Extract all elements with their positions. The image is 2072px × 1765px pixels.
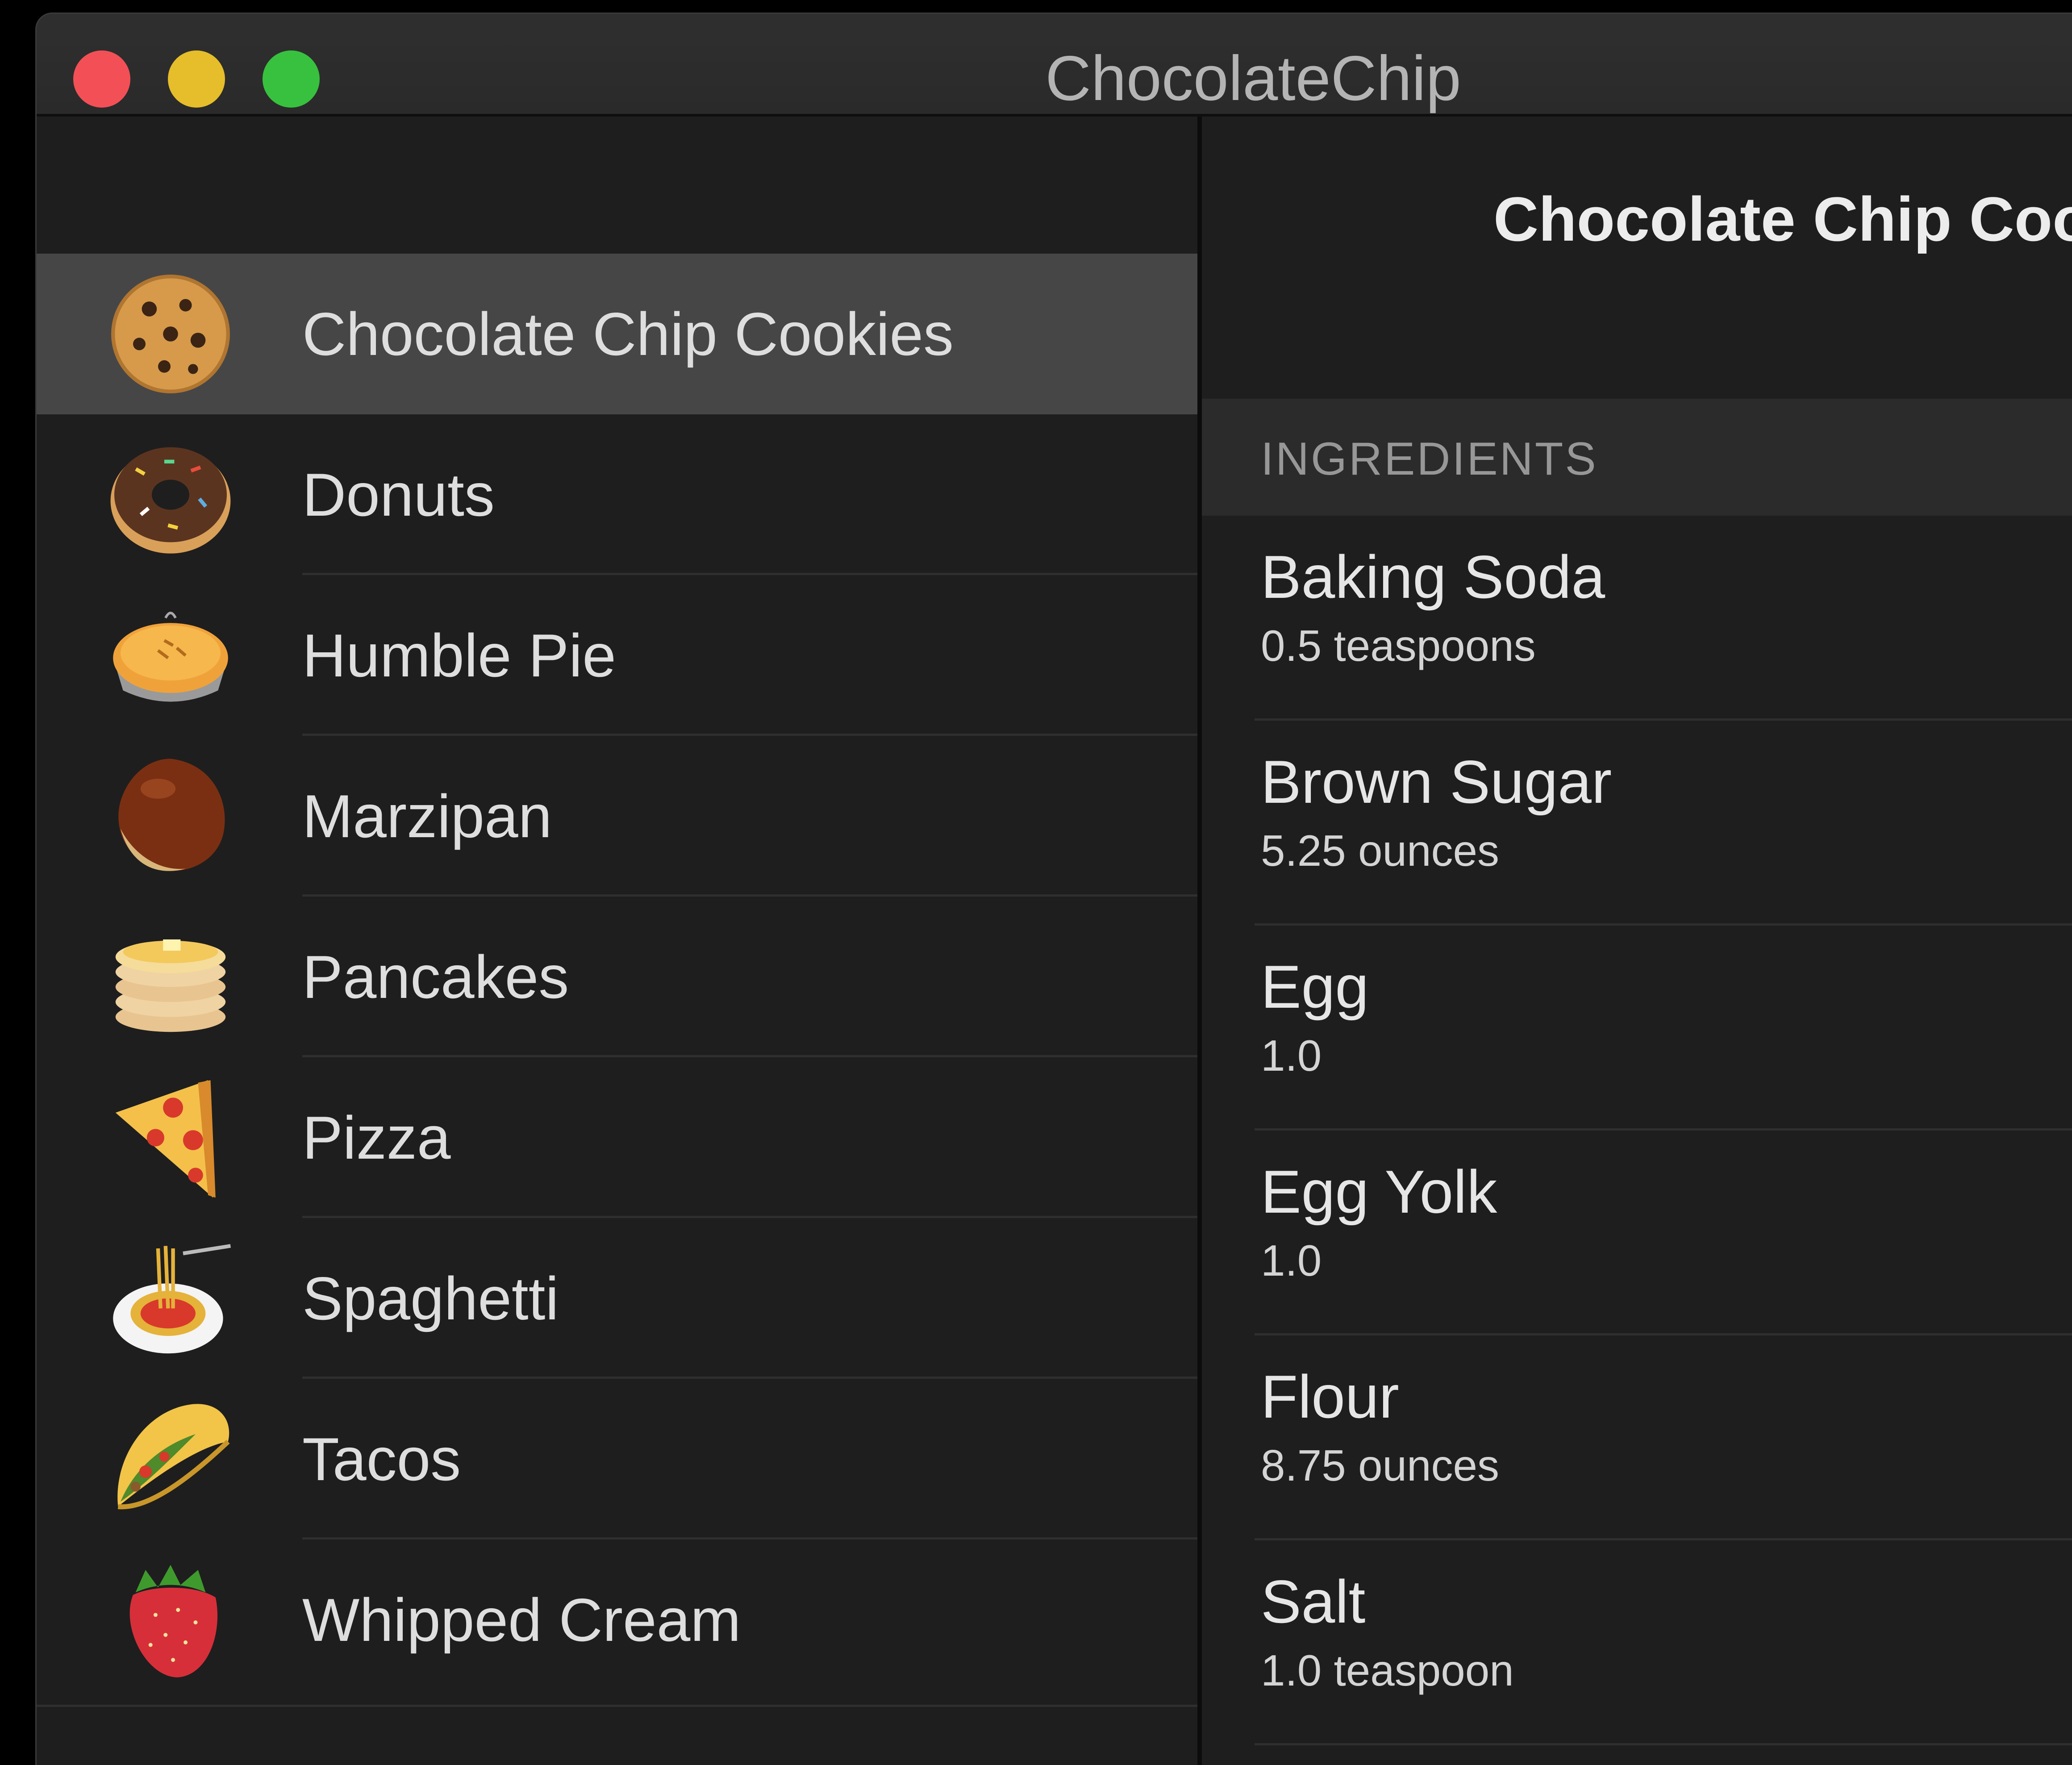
ingredient-name: Salt <box>1261 1568 1366 1636</box>
ingredient-row[interactable]: Salt 1.0 teaspoon <box>1202 1540 2072 1745</box>
sidebar-item-label: Whipped Cream <box>302 1586 741 1654</box>
ingredient-name: Flour <box>1261 1363 1399 1431</box>
ingredients-section-header: INGREDIENTS <box>1202 399 2072 516</box>
sidebar-bottom-divider <box>37 1705 1197 1707</box>
ingredient-amount: 0.5 teaspoons <box>1261 621 1536 670</box>
sidebar-item-label: Marzipan <box>302 782 552 850</box>
ingredient-name: Egg <box>1261 953 1369 1021</box>
split-view-divider[interactable] <box>1197 117 1202 1765</box>
ingredient-row[interactable]: Egg Yolk 1.0 <box>1202 1131 2072 1335</box>
ingredient-row[interactable]: Egg 1.0 <box>1202 926 2072 1131</box>
row-separator <box>1255 1743 2072 1745</box>
sidebar-item-pizza[interactable]: Pizza <box>37 1057 1197 1218</box>
sidebar-item-marzipan[interactable]: Marzipan <box>37 736 1197 897</box>
sidebar-item-chocolate-chip-cookies[interactable]: Chocolate Chip Cookies <box>37 254 1197 414</box>
strawberry-icon <box>104 1557 238 1682</box>
sidebar-item-label: Spaghetti <box>302 1264 559 1332</box>
sidebar-item-label: Chocolate Chip Cookies <box>302 300 954 368</box>
ingredient-name: Baking Soda <box>1261 543 1605 611</box>
spaghetti-icon <box>104 1236 238 1361</box>
pizza-icon <box>104 1075 238 1200</box>
sidebar-item-humble-pie[interactable]: Humble Pie <box>37 575 1197 736</box>
window-title: ChocolateChip <box>1045 43 1461 114</box>
ingredient-name: Brown Sugar <box>1261 748 1612 816</box>
sidebar-item-label: Humble Pie <box>302 622 616 689</box>
ingredient-amount: 1.0 <box>1261 1236 1322 1285</box>
sidebar-item-pancakes[interactable]: Pancakes <box>37 897 1197 1057</box>
ingredient-name: Egg Yolk <box>1261 1158 1497 1226</box>
ingredient-row[interactable]: Flour 8.75 ounces <box>1202 1335 2072 1540</box>
recipe-detail: Chocolate Chip Coo INGREDIENTS Baking So… <box>1202 117 2072 1765</box>
ingredient-row[interactable]: Baking Soda 0.5 teaspoons <box>1202 516 2072 721</box>
recipe-title: Chocolate Chip Coo <box>1493 184 2072 254</box>
sidebar: Chocolate Chip Cookies Donuts Humble Pie… <box>37 117 1197 1765</box>
cookie-icon <box>104 271 238 396</box>
ingredient-amount: 8.75 ounces <box>1261 1441 1499 1490</box>
ingredient-amount: 1.0 <box>1261 1031 1322 1080</box>
ingredient-row[interactable]: Brown Sugar 5.25 ounces <box>1202 721 2072 926</box>
pie-icon <box>104 593 238 718</box>
sidebar-item-label: Pancakes <box>302 943 569 1011</box>
ingredient-list: Baking Soda 0.5 teaspoons Brown Sugar 5.… <box>1202 516 2072 1745</box>
sidebar-item-whipped-cream[interactable]: Whipped Cream <box>37 1540 1197 1700</box>
donut-icon <box>104 432 238 557</box>
sidebar-item-label: Donuts <box>302 461 495 529</box>
sidebar-item-label: Tacos <box>302 1425 461 1493</box>
section-header-label: INGREDIENTS <box>1261 433 1598 485</box>
title-bar[interactable]: ChocolateChip <box>37 14 2072 117</box>
sidebar-item-spaghetti[interactable]: Spaghetti <box>37 1218 1197 1379</box>
recipe-list: Chocolate Chip Cookies Donuts Humble Pie… <box>37 254 1197 1700</box>
chestnut-icon <box>104 754 238 879</box>
pancakes-icon <box>104 914 238 1039</box>
ingredient-amount: 1.0 teaspoon <box>1261 1646 1514 1695</box>
ingredient-amount: 5.25 ounces <box>1261 826 1499 875</box>
sidebar-item-tacos[interactable]: Tacos <box>37 1379 1197 1540</box>
app-window: ChocolateChip Chocolate Chip Cookies Don… <box>35 13 2072 1765</box>
sidebar-item-donuts[interactable]: Donuts <box>37 414 1197 575</box>
sidebar-item-label: Pizza <box>302 1104 451 1172</box>
taco-icon <box>104 1397 238 1522</box>
